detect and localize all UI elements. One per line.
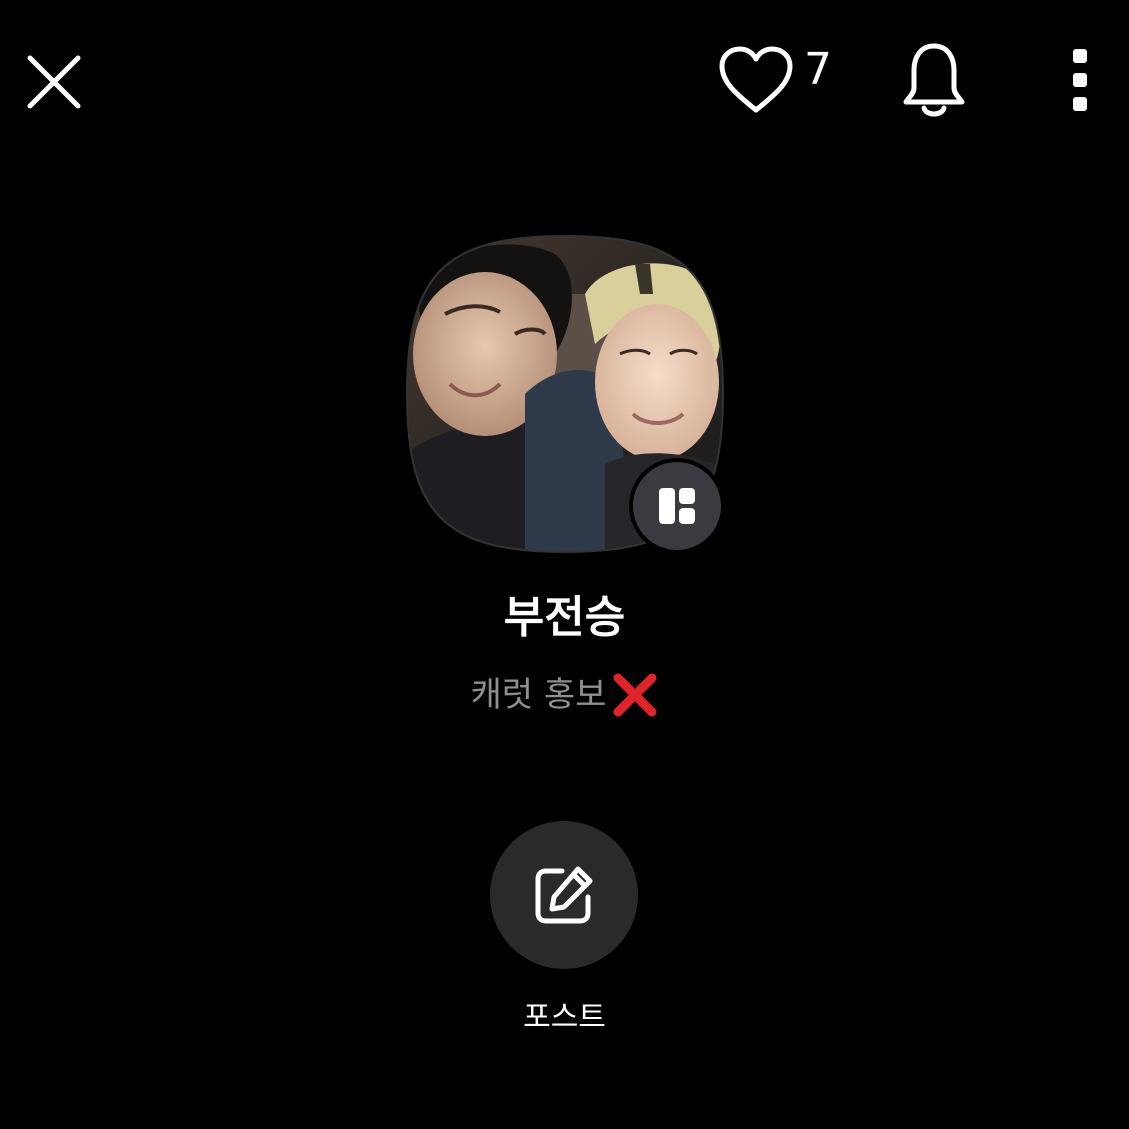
- profile-status-message: 캐럿 홍보: [0, 672, 1129, 718]
- close-icon: [27, 55, 81, 109]
- notification-button[interactable]: [894, 38, 974, 122]
- edit-icon: [535, 866, 593, 924]
- profile-name: 부전승: [503, 592, 626, 643]
- like-button[interactable]: 7: [716, 40, 846, 120]
- widget-badge-button[interactable]: [629, 458, 725, 554]
- profile-picture-container[interactable]: [405, 234, 725, 554]
- more-menu-button[interactable]: [1060, 40, 1100, 120]
- like-count: 7: [804, 44, 832, 95]
- bell-icon: [903, 43, 965, 117]
- status-text: 캐럿 홍보: [470, 674, 607, 715]
- more-vertical-icon: [1073, 49, 1087, 111]
- cross-mark-icon: [613, 673, 657, 717]
- post-button[interactable]: [490, 821, 638, 969]
- heart-icon: [719, 46, 793, 113]
- close-button[interactable]: [18, 46, 90, 118]
- widget-layout-icon: [659, 488, 695, 524]
- post-button-label: 포스트: [523, 1000, 606, 1035]
